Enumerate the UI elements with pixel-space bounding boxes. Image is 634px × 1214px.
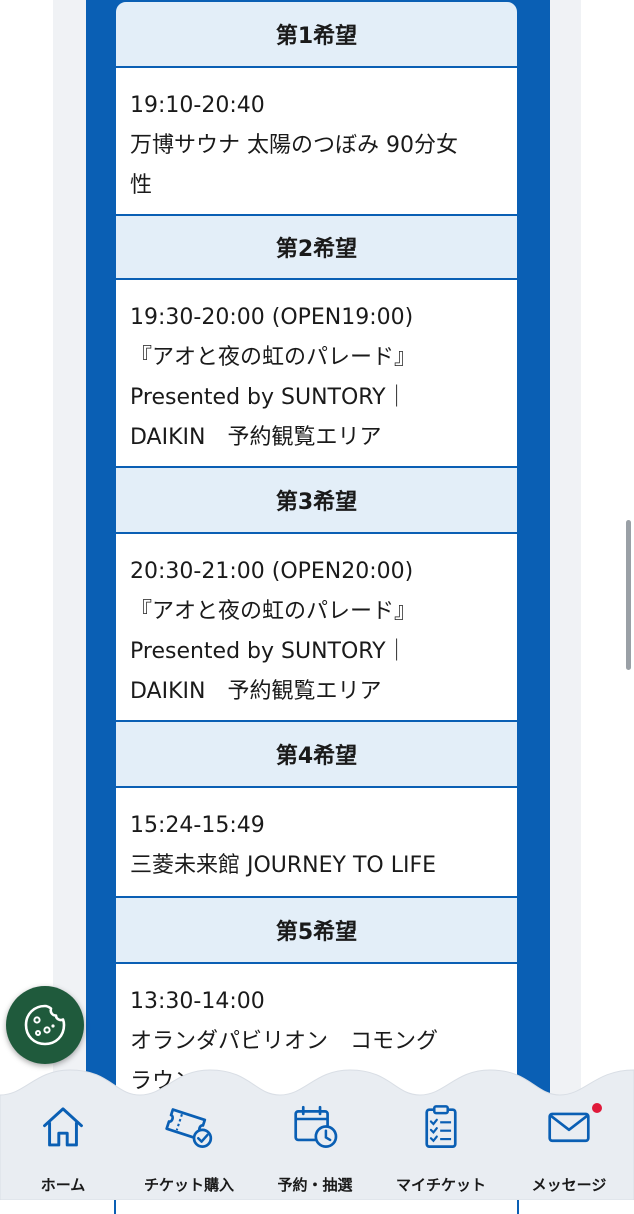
choice-1-time: 19:10-20:40 (130, 93, 265, 118)
nav-my-ticket-label: マイチケット (395, 1176, 486, 1194)
choice-2-body[interactable]: 19:30-20:00 (OPEN19:00) 『アオと夜の虹のパレード』 Pr… (114, 280, 519, 466)
choice-4-body[interactable]: 15:24-15:49 三菱未来館 JOURNEY TO LIFE (114, 788, 519, 896)
clipboard-list-icon (425, 1105, 457, 1148)
choice-3-line-4: DAIKIN 予約観覧エリア (130, 679, 382, 704)
nav-home-label: ホーム (40, 1176, 86, 1194)
choice-1-line-2: 万博サウナ 太陽のつぼみ 90分女 (130, 133, 458, 158)
nav-home[interactable]: ホーム (0, 1095, 126, 1195)
envelope-icon (548, 1112, 590, 1143)
choice-2-line-2: 『アオと夜の虹のパレード』 (130, 345, 417, 370)
nav-messages-label: メッセージ (531, 1176, 607, 1194)
bottom-navigation: ホーム チケット購入 予約・抽選 マイチケット メッセージ (0, 1065, 634, 1200)
choice-1-line-3: 性 (130, 173, 153, 198)
choice-5-label: 第5希望 (275, 920, 358, 945)
choice-3-header: 第3希望 (114, 466, 519, 534)
nav-ticket-purchase[interactable]: チケット購入 (126, 1095, 252, 1195)
choice-2-line-3: Presented by SUNTORY｜ (130, 385, 408, 410)
choice-2-header: 第2希望 (114, 214, 519, 280)
choice-3-body[interactable]: 20:30-21:00 (OPEN20:00) 『アオと夜の虹のパレード』 Pr… (114, 534, 519, 720)
choice-3-line-2: 『アオと夜の虹のパレード』 (130, 599, 417, 624)
choice-4-header: 第4希望 (114, 720, 519, 788)
choice-4-time: 15:24-15:49 (130, 813, 265, 838)
choice-1-header: 第1希望 (114, 0, 519, 68)
nav-ticket-purchase-label: チケット購入 (143, 1176, 234, 1194)
choice-3-label: 第3希望 (275, 490, 358, 515)
choice-5-time: 13:30-14:00 (130, 989, 265, 1014)
choices-list: 第1希望 19:10-20:40 万博サウナ 太陽のつぼみ 90分女 性 第2希… (114, 0, 519, 1214)
home-icon (43, 1107, 83, 1147)
choice-1-label: 第1希望 (275, 24, 358, 49)
choice-1-body[interactable]: 19:10-20:40 万博サウナ 太陽のつぼみ 90分女 性 (114, 68, 519, 214)
nav-my-ticket[interactable]: マイチケット (378, 1095, 504, 1195)
nav-messages[interactable]: メッセージ (506, 1095, 632, 1195)
choice-4-line-2: 三菱未来館 JOURNEY TO LIFE (130, 853, 437, 878)
choice-5-header: 第5希望 (114, 896, 519, 964)
choice-5-line-2: オランダパビリオン コモング (130, 1029, 439, 1054)
choice-3-time: 20:30-21:00 (OPEN20:00) (130, 559, 414, 584)
calendar-clock-icon (294, 1105, 338, 1148)
cookie-settings-button[interactable] (6, 986, 84, 1064)
choice-2-time: 19:30-20:00 (OPEN19:00) (130, 305, 414, 330)
nav-reservation-lottery[interactable]: 予約・抽選 (252, 1095, 378, 1195)
ticket-check-icon (165, 1108, 213, 1148)
cookie-icon (24, 1004, 66, 1046)
scrollbar-thumb[interactable] (626, 520, 631, 670)
choice-2-line-4: DAIKIN 予約観覧エリア (130, 425, 382, 450)
choice-2-label: 第2希望 (275, 237, 358, 262)
unread-badge (592, 1103, 602, 1113)
choice-3-line-3: Presented by SUNTORY｜ (130, 639, 408, 664)
nav-reservation-lottery-label: 予約・抽選 (277, 1176, 353, 1194)
choice-4-label: 第4希望 (275, 744, 358, 769)
